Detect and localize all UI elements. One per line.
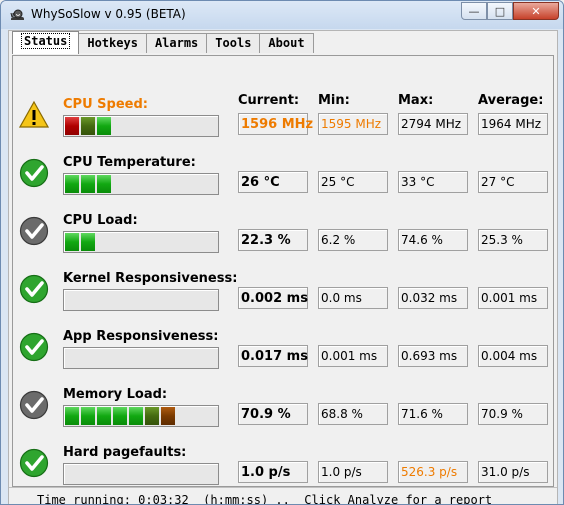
cpu-speed-average-value: 1964 MHz bbox=[478, 113, 548, 135]
tab-tools[interactable]: Tools bbox=[206, 33, 261, 53]
hard-pagefaults-current-value: 1.0 p/s bbox=[238, 461, 308, 483]
close-icon: ✕ bbox=[531, 4, 541, 18]
bar-segment bbox=[65, 407, 79, 425]
bar-segment bbox=[81, 233, 95, 251]
cpu-load-min-value: 6.2 % bbox=[318, 229, 388, 251]
app-responsiveness-label: App Responsiveness: bbox=[63, 329, 219, 344]
app-window: WhySoSlow v 0.95 (BETA) — □ ✕ Status Hot… bbox=[0, 0, 564, 505]
cpu-load-label: CPU Load: bbox=[63, 213, 138, 228]
tab-strip: Status Hotkeys Alarms Tools About bbox=[12, 31, 314, 55]
checkmark-icon bbox=[19, 158, 49, 188]
cpu-temperature-bar bbox=[63, 173, 219, 195]
cpu-temperature-min-value: 25 °C bbox=[318, 171, 388, 193]
client-area: Status Hotkeys Alarms Tools About Curren… bbox=[8, 30, 558, 504]
memory-load-max-value: 71.6 % bbox=[398, 403, 468, 425]
cpu-speed-current-value: 1596 MHz bbox=[238, 113, 313, 135]
hard-pagefaults-average-value: 31.0 p/s bbox=[478, 461, 548, 483]
bar-segment bbox=[65, 233, 79, 251]
app-responsiveness-current-value: 0.017 ms bbox=[238, 345, 308, 367]
bar-segment bbox=[145, 407, 159, 425]
checkmark-icon bbox=[19, 448, 49, 478]
memory-load-current-value: 70.9 % bbox=[238, 403, 308, 425]
cpu-temperature-label: CPU Temperature: bbox=[63, 155, 196, 170]
header-current: Current: bbox=[238, 93, 300, 108]
cpu-temperature-current-value: 26 °C bbox=[238, 171, 308, 193]
cpu-speed-max-value: 2794 MHz bbox=[398, 113, 468, 135]
memory-load-bar bbox=[63, 405, 219, 427]
tab-hotkeys[interactable]: Hotkeys bbox=[78, 33, 147, 53]
tab-about[interactable]: About bbox=[259, 33, 314, 53]
bar-segment bbox=[161, 407, 175, 425]
bar-segment bbox=[65, 117, 79, 135]
checkmark-icon bbox=[19, 216, 49, 246]
cpu-load-current-value: 22.3 % bbox=[238, 229, 308, 251]
checkmark-icon bbox=[19, 390, 49, 420]
memory-load-average-value: 70.9 % bbox=[478, 403, 548, 425]
title-bar[interactable]: WhySoSlow v 0.95 (BETA) — □ ✕ bbox=[1, 1, 563, 29]
hard-pagefaults-bar bbox=[63, 463, 219, 485]
bar-segment bbox=[97, 407, 111, 425]
hard-pagefaults-label: Hard pagefaults: bbox=[63, 445, 187, 460]
cpu-speed-label: CPU Speed: bbox=[63, 97, 148, 112]
tab-status[interactable]: Status bbox=[12, 31, 80, 54]
memory-load-min-value: 68.8 % bbox=[318, 403, 388, 425]
checkmark-icon bbox=[19, 332, 49, 362]
bar-segment bbox=[113, 407, 127, 425]
bar-segment bbox=[81, 117, 95, 135]
memory-load-label: Memory Load: bbox=[63, 387, 168, 402]
bar-segment bbox=[129, 407, 143, 425]
tab-alarms[interactable]: Alarms bbox=[145, 33, 208, 53]
close-button[interactable]: ✕ bbox=[513, 2, 559, 20]
cpu-temperature-max-value: 33 °C bbox=[398, 171, 468, 193]
bar-segment bbox=[81, 175, 95, 193]
kernel-responsiveness-current-value: 0.002 ms bbox=[238, 287, 308, 309]
cpu-load-max-value: 74.6 % bbox=[398, 229, 468, 251]
snail-app-icon bbox=[10, 9, 24, 20]
bar-segment bbox=[65, 175, 79, 193]
minimize-icon: — bbox=[468, 4, 480, 18]
kernel-responsiveness-label: Kernel Responsiveness: bbox=[63, 271, 238, 286]
app-responsiveness-bar bbox=[63, 347, 219, 369]
kernel-responsiveness-max-value: 0.032 ms bbox=[398, 287, 468, 309]
header-average: Average: bbox=[478, 93, 544, 108]
minimize-button[interactable]: — bbox=[461, 2, 487, 20]
bar-segment bbox=[97, 175, 111, 193]
hard-pagefaults-max-value: 526.3 p/s bbox=[398, 461, 468, 483]
status-panel: Current: Min: Max: Average: CPU Speed: 15… bbox=[12, 55, 554, 487]
app-responsiveness-max-value: 0.693 ms bbox=[398, 345, 468, 367]
maximize-icon: □ bbox=[494, 4, 506, 18]
warning-icon bbox=[18, 100, 50, 130]
window-title: WhySoSlow v 0.95 (BETA) bbox=[31, 7, 186, 21]
header-max: Max: bbox=[398, 93, 434, 108]
maximize-button[interactable]: □ bbox=[487, 2, 513, 20]
checkmark-icon bbox=[19, 274, 49, 304]
bar-segment bbox=[97, 117, 111, 135]
app-responsiveness-average-value: 0.004 ms bbox=[478, 345, 548, 367]
cpu-temperature-average-value: 27 °C bbox=[478, 171, 548, 193]
kernel-responsiveness-bar bbox=[63, 289, 219, 311]
app-responsiveness-min-value: 0.001 ms bbox=[318, 345, 388, 367]
kernel-responsiveness-min-value: 0.0 ms bbox=[318, 287, 388, 309]
bar-segment bbox=[81, 407, 95, 425]
hard-pagefaults-min-value: 1.0 p/s bbox=[318, 461, 388, 483]
cpu-load-bar bbox=[63, 231, 219, 253]
header-min: Min: bbox=[318, 93, 350, 108]
kernel-responsiveness-average-value: 0.001 ms bbox=[478, 287, 548, 309]
status-bar: Time running: 0:03:32 (h:mm:ss) .. Click… bbox=[9, 487, 557, 504]
cpu-load-average-value: 25.3 % bbox=[478, 229, 548, 251]
cpu-speed-min-value: 1595 MHz bbox=[318, 113, 388, 135]
cpu-speed-bar bbox=[63, 115, 219, 137]
